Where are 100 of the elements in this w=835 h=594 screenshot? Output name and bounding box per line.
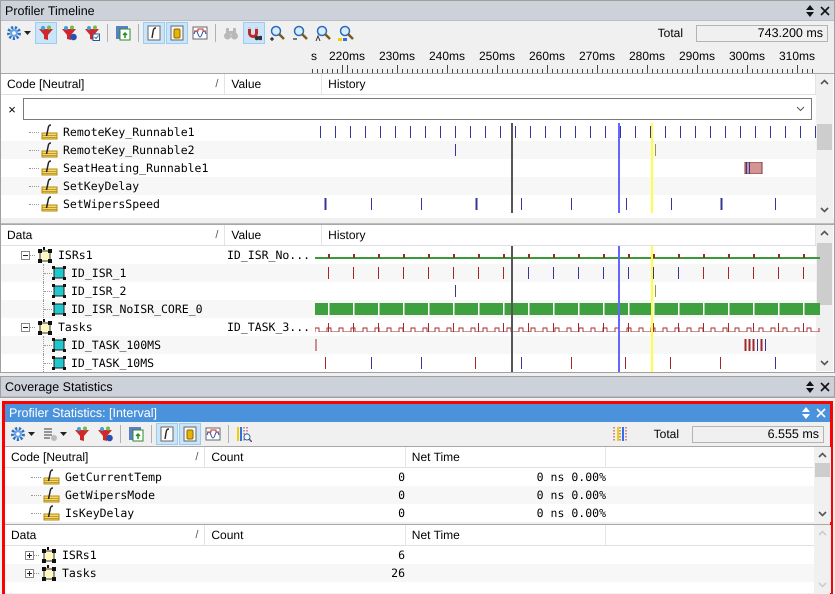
wave-icon (192, 25, 208, 41)
scroll-thumb[interactable] (817, 243, 832, 305)
percent-cell: 0.00% (571, 488, 606, 502)
funnel-icon (74, 426, 90, 442)
ruler-label: 220ms (328, 49, 366, 65)
count-cell: 6 (398, 548, 405, 562)
sort-indicator: / (215, 78, 218, 90)
column-header[interactable]: Count (211, 528, 399, 542)
float-icon[interactable] (806, 4, 814, 16)
ruler-label: 280ms (628, 49, 666, 65)
scroll-up-icon (820, 230, 829, 236)
function-icon (41, 178, 58, 194)
filter-dropdown[interactable] (23, 98, 812, 120)
column-header[interactable]: Value (231, 77, 316, 91)
function-button[interactable] (143, 22, 165, 44)
item-name: GetCurrentTemp (65, 470, 162, 484)
scrollbar[interactable] (816, 225, 833, 371)
net-time-cell: 0 ns (536, 506, 564, 520)
column-header[interactable]: Data (11, 528, 196, 542)
scrollbar[interactable] (814, 447, 831, 522)
function-icon (146, 25, 162, 41)
column-header[interactable]: History (328, 228, 809, 242)
clear-filter-button[interactable]: × (1, 102, 23, 116)
export-icon (128, 426, 144, 442)
item-icon (52, 338, 66, 352)
item-icon (52, 284, 66, 298)
column-header[interactable]: Value (231, 228, 316, 242)
column-header[interactable]: Code [Neutral] (7, 77, 216, 91)
scroll-down-icon (820, 360, 829, 366)
total-label: Total (658, 26, 683, 40)
scroll-down-icon (820, 207, 829, 213)
item-icon (52, 356, 66, 370)
group-icon (41, 547, 57, 563)
column-header[interactable]: Code [Neutral] (11, 450, 196, 464)
database-icon (169, 25, 185, 41)
item-name: SeatHeating_Runnable1 (63, 161, 208, 175)
collapse-icon[interactable] (21, 250, 30, 260)
float-icon[interactable] (806, 380, 814, 392)
column-header[interactable]: History (328, 77, 809, 91)
history-track (744, 162, 763, 174)
item-icon (52, 266, 66, 280)
function-button[interactable] (156, 423, 178, 445)
total-field: 6.555 ms (692, 426, 824, 442)
scrollbar[interactable] (816, 74, 833, 218)
export-icon (115, 25, 131, 41)
item-name: ID_TASK_10MS (71, 356, 154, 370)
funnel-icon (61, 25, 77, 41)
ruler-label: 270ms (578, 49, 616, 65)
item-icon (52, 302, 66, 316)
scroll-down-icon (818, 511, 827, 517)
database-button[interactable] (166, 22, 188, 44)
group-name: ISRs1 (62, 548, 97, 562)
function-icon (41, 142, 58, 158)
expand-icon[interactable] (25, 550, 34, 560)
caret-icon (60, 432, 67, 436)
column-header[interactable]: Net Time (412, 450, 600, 464)
magnet-icon (246, 25, 262, 41)
column-header[interactable]: Net Time (412, 528, 600, 542)
expand-icon[interactable] (25, 568, 34, 578)
function-icon (43, 505, 60, 521)
scroll-thumb[interactable] (817, 124, 832, 150)
funnel-button[interactable] (35, 22, 57, 44)
funnel-icon (97, 426, 113, 442)
column-header[interactable]: Count (211, 450, 399, 464)
close-icon[interactable] (820, 6, 830, 16)
ruler-label: 250ms (478, 49, 516, 65)
panel-title: Profiler Statistics: [Interval] (9, 406, 158, 420)
sort-indicator: / (215, 229, 218, 241)
panel-title: Profiler Timeline (5, 4, 96, 18)
database-button[interactable] (179, 423, 201, 445)
column-header[interactable]: Data (7, 228, 216, 242)
scroll-up-icon (820, 79, 829, 85)
count-cell: 0 (398, 506, 405, 520)
value-cell: ID_ISR_No... (227, 248, 310, 262)
item-name: RemoteKey_Runnable2 (63, 143, 195, 157)
magnet-button[interactable] (243, 22, 265, 44)
group-name: Tasks (58, 320, 93, 334)
item-name: GetWipersMode (65, 488, 156, 502)
scrollbar[interactable] (814, 525, 831, 593)
funnel-icon (38, 25, 54, 41)
ruler-label: s (311, 49, 318, 65)
scroll-up-icon (818, 452, 827, 458)
group-icon (37, 319, 53, 335)
count-cell: 0 (398, 470, 405, 484)
percent-cell: 0.00% (571, 506, 606, 520)
zoom-icon (315, 25, 331, 41)
settings-icon (10, 426, 26, 442)
chevron-down-icon (796, 106, 805, 112)
scroll-thumb[interactable] (815, 463, 830, 477)
collapse-icon[interactable] (21, 322, 30, 332)
marker-lines-icon (612, 426, 628, 442)
zoom-in-icon (269, 25, 285, 41)
close-icon[interactable] (820, 382, 830, 392)
sort-indicator: / (195, 451, 198, 463)
function-icon (41, 124, 58, 140)
group-name: ISRs1 (58, 248, 93, 262)
ruler-label: 310ms (778, 49, 816, 65)
list-icon (42, 426, 58, 442)
total-field: 743.200 ms (696, 24, 828, 42)
marker-lines-icon (236, 426, 252, 442)
